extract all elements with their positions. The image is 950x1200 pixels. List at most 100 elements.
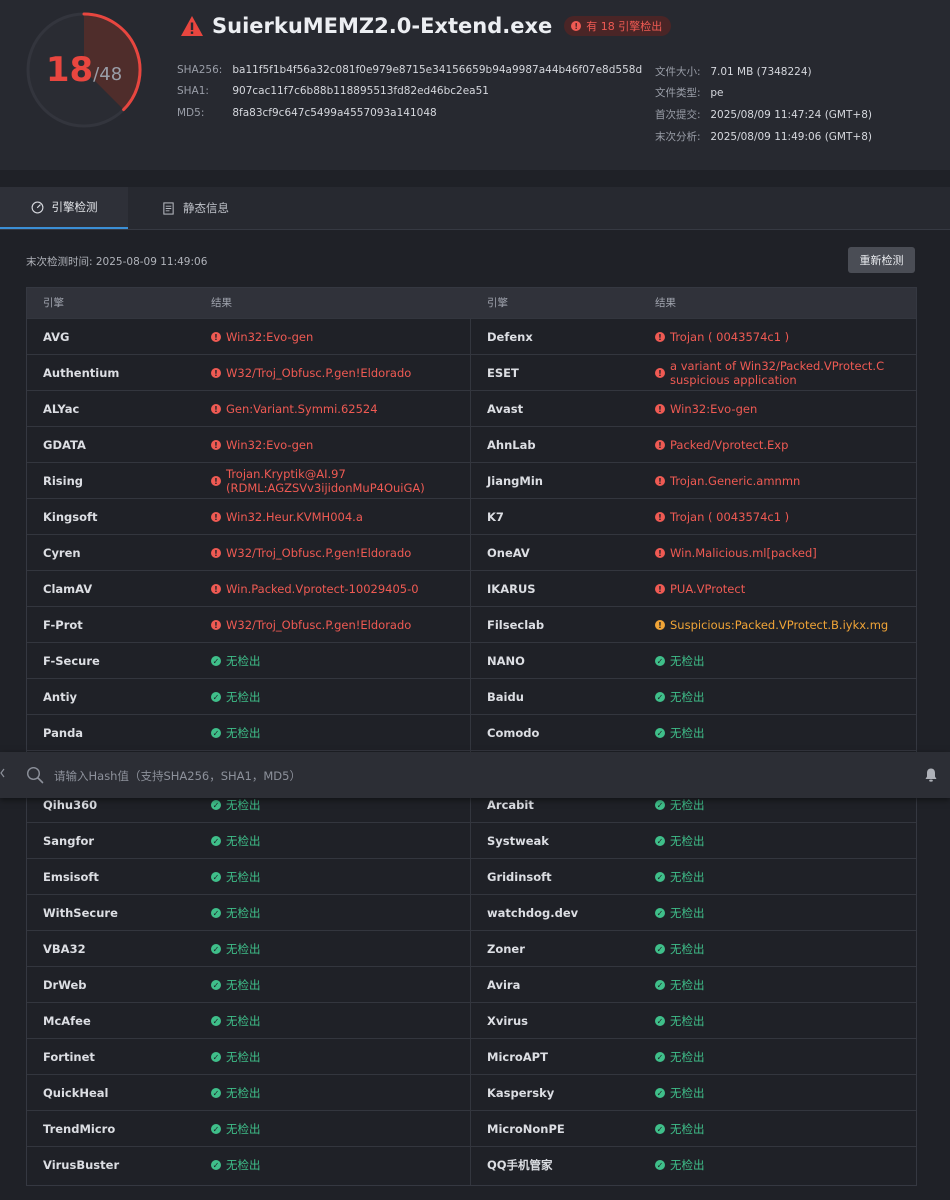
check-icon: ✓ — [211, 836, 221, 846]
detection-result: ✓ 无检出 — [211, 967, 466, 1003]
check-icon: ✓ — [655, 728, 665, 738]
result-text: 无检出 — [670, 1014, 705, 1028]
collapse-handle-icon[interactable] — [0, 768, 5, 778]
result-text: Gen:Variant.Symmi.62524 — [226, 402, 378, 416]
header-engine-right: 引擎 — [487, 297, 508, 309]
detection-result: ! Win32.Heur.KVMH004.a — [211, 499, 466, 535]
result-text: a variant of Win32/Packed.VProtect.C sus… — [670, 359, 885, 387]
alert-icon: ! — [211, 404, 221, 414]
engine-name: F-Prot — [43, 618, 83, 632]
detected-count: 18 — [45, 50, 94, 90]
detection-result: ! W32/Troj_Obfusc.P.gen!Eldorado — [211, 355, 466, 391]
result-text: Win.Malicious.ml[packed] — [670, 546, 817, 560]
gauge-icon — [31, 201, 43, 213]
alert-icon: ! — [211, 548, 221, 558]
table-row: Authentium ! W32/Troj_Obfusc.P.gen!Eldorad… — [27, 354, 916, 391]
engine-name: TrendMicro — [43, 1122, 116, 1136]
tab-engine-detection[interactable]: 引擎检测 — [0, 187, 128, 229]
result-text: 无检出 — [226, 1086, 261, 1100]
detection-result: ✓ 无检出 — [655, 967, 910, 1003]
table-row: Kingsoft! Win32.Heur.KVMH004.a K7! Trojan (… — [27, 498, 916, 535]
file-size-label: 文件大小: — [655, 66, 701, 78]
check-icon: ✓ — [211, 1016, 221, 1026]
result-text: 无检出 — [670, 978, 705, 992]
engine-name: Baidu — [487, 690, 524, 704]
engine-name: Avast — [487, 402, 524, 416]
engine-name: NANO — [487, 654, 525, 668]
detection-result: ✓ 无检出 — [655, 1003, 910, 1039]
first-submit-label: 首次提交: — [655, 109, 701, 121]
detection-result: ! W32/Troj_Obfusc.P.gen!Eldorado — [211, 535, 466, 571]
alert-icon: ! — [211, 512, 221, 522]
engine-name: Authentium — [43, 366, 120, 380]
sha1-value[interactable]: 907cac11f7c6b88b118895513fd82ed46bc2ea51 — [232, 85, 489, 97]
engine-name: Panda — [43, 726, 84, 740]
sha256-label: SHA256: — [177, 64, 223, 76]
result-text: Win.Packed.Vprotect-10029405-0 — [226, 582, 419, 596]
result-text: 无检出 — [226, 1158, 261, 1172]
table-row: Emsisoft ✓ 无检出 Gridinsoft ✓ 无检出 — [27, 858, 916, 895]
alert-icon: ! — [655, 584, 665, 594]
alert-icon: ! — [655, 332, 665, 342]
engine-name: Systweak — [487, 834, 549, 848]
hash-search-input[interactable] — [52, 763, 756, 789]
result-text: Trojan ( 0043574c1 ) — [670, 330, 790, 344]
result-text: 无检出 — [226, 1050, 261, 1064]
alert-icon: ! — [211, 476, 221, 486]
md5-value[interactable]: 8fa83cf9c647c5499a4557093a141048 — [232, 107, 436, 119]
detection-result: ✓ 无检出 — [211, 1147, 466, 1183]
result-text: Win32:Evo-gen — [226, 438, 314, 452]
engine-name: ClamAV — [43, 582, 93, 596]
detection-result: ✓ 无检出 — [211, 1003, 466, 1039]
check-icon: ✓ — [655, 836, 665, 846]
last-analysis-value: 2025/08/09 11:49:06 (GMT+8) — [710, 131, 872, 143]
check-icon: ✓ — [655, 1052, 665, 1062]
engine-name: Zoner — [487, 942, 525, 956]
table-row: Sangfor ✓ 无检出 Systweak ✓ 无检出 — [27, 822, 916, 859]
result-text: Win32.Heur.KVMH004.a — [226, 510, 363, 524]
tab-bar: 引擎检测 静态信息 — [0, 187, 950, 230]
check-icon: ✓ — [655, 800, 665, 810]
alert-icon: ! — [655, 476, 665, 486]
result-text: 无检出 — [226, 978, 261, 992]
check-icon: ✓ — [211, 944, 221, 954]
detection-result: ✓ 无检出 — [211, 643, 466, 679]
result-text: Trojan.Generic.amnmn — [670, 474, 801, 488]
detection-result: ! Gen:Variant.Symmi.62524 — [211, 391, 466, 427]
sha256-value[interactable]: ba11f5f1b4f56a32c081f0e979e8715e34156659… — [232, 64, 642, 76]
detection-result: ! Win32:Evo-gen — [211, 427, 466, 463]
result-text: 无检出 — [226, 726, 261, 740]
alert-icon: ! — [655, 404, 665, 414]
detection-result: ! a variant of Win32/Packed.VProtect.C su… — [655, 355, 910, 391]
recheck-button[interactable]: 重新检测 — [848, 247, 915, 273]
table-row: Rising! Trojan.Kryptik@AI.97 (RDML:AGZSVv… — [27, 462, 916, 499]
detection-result: ✓ 无检出 — [655, 1111, 910, 1147]
engine-name: Antiy — [43, 690, 78, 704]
sha1-label: SHA1: — [177, 85, 209, 97]
detection-result: ! Win32:Evo-gen — [211, 319, 466, 355]
engine-name: Xvirus — [487, 1014, 529, 1028]
engine-name: Emsisoft — [43, 870, 99, 884]
result-text: 无检出 — [226, 798, 261, 812]
check-icon: ✓ — [211, 656, 221, 666]
detection-result: ! Trojan.Generic.amnmn — [655, 463, 910, 499]
tab-static-info[interactable]: 静态信息 — [162, 187, 229, 229]
table-row: AVG! Win32:Evo-gen Defenx! Trojan ( 0043574… — [27, 318, 916, 355]
engine-name: OneAV — [487, 546, 530, 560]
result-text: 无检出 — [226, 834, 261, 848]
alert-icon: ! — [571, 21, 582, 31]
result-text: 无检出 — [670, 942, 705, 956]
title-row: SuierkuMEMZ2.0-Extend.exe ! 有 18 引擎检出 — [180, 14, 672, 38]
check-icon: ✓ — [211, 728, 221, 738]
last-analysis-row: 末次分析: 2025/08/09 11:49:06 (GMT+8) — [655, 129, 872, 144]
md5-row: MD5: 8fa83cf9c647c5499a4557093a141048 — [177, 107, 437, 119]
detection-result: ! Trojan ( 0043574c1 ) — [655, 499, 910, 535]
engine-name: Gridinsoft — [487, 870, 552, 884]
table-header: 引擎 结果 引擎 结果 — [27, 288, 916, 318]
table-row: F-Secure ✓ 无检出 NANO ✓ 无检出 — [27, 642, 916, 679]
bell-icon[interactable] — [923, 767, 939, 783]
detection-result: ! Win.Packed.Vprotect-10029405-0 — [211, 571, 466, 607]
tab-static-info-label: 静态信息 — [183, 201, 229, 215]
file-type-value: pe — [710, 87, 724, 99]
table-row: GDATA! Win32:Evo-gen AhnLab! Packed/Vprotec… — [27, 426, 916, 463]
